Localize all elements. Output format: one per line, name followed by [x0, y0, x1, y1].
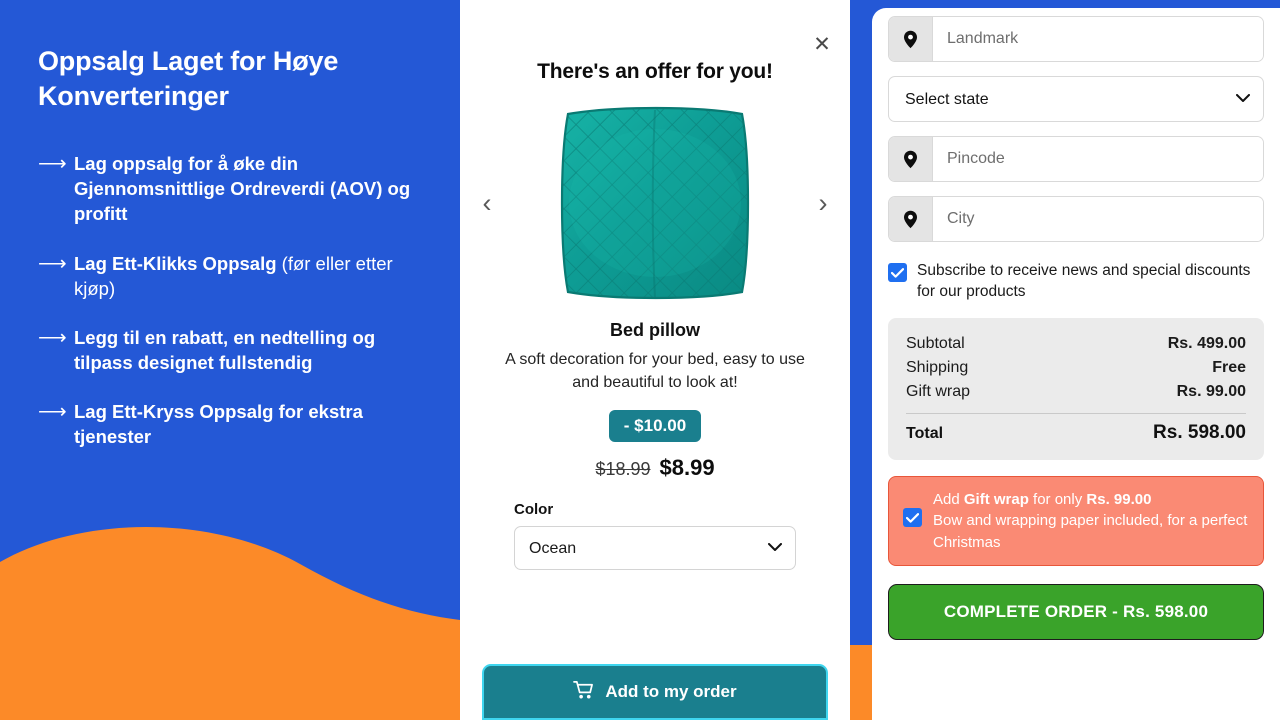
- color-select[interactable]: Ocean: [514, 526, 796, 571]
- promo-item-text: Lag Ett-Klikks Oppsalg (før eller etter …: [74, 251, 422, 301]
- map-pin-icon: [889, 137, 933, 181]
- summary-divider: [906, 413, 1246, 415]
- map-pin-icon: [889, 197, 933, 241]
- summary-label: Gift wrap: [906, 383, 971, 401]
- price-row: $18.99 $8.99: [460, 455, 850, 481]
- order-summary: Subtotal Rs. 499.00 Shipping Free Gift w…: [888, 318, 1264, 461]
- gift-wrap-line2: Bow and wrapping paper included, for a p…: [933, 512, 1248, 551]
- pincode-input[interactable]: [933, 137, 1263, 181]
- list-item: ⟶ Lag oppsalg for å øke din Gjennomsnitt…: [38, 151, 422, 226]
- total-label: Total: [906, 425, 944, 443]
- summary-row: Subtotal Rs. 499.00: [906, 332, 1246, 356]
- list-item: ⟶ Legg til en rabatt, en nedtelling og t…: [38, 325, 422, 375]
- promo-item-text: Legg til en rabatt, en nedtelling og til…: [74, 325, 422, 375]
- color-select-wrapper: Ocean: [514, 526, 796, 571]
- add-to-order-label: Add to my order: [605, 682, 737, 701]
- list-item: ⟶ Lag Ett-Kryss Oppsalg for ekstra tjene…: [38, 399, 422, 449]
- summary-value: Rs. 99.00: [1176, 383, 1246, 401]
- close-icon[interactable]: ✕: [808, 30, 836, 58]
- chevron-right-icon[interactable]: ›: [810, 186, 836, 220]
- arrow-right-icon: ⟶: [38, 252, 67, 275]
- product-description: A soft decoration for your bed, easy to …: [505, 351, 805, 391]
- city-input[interactable]: [933, 197, 1263, 241]
- landmark-field-group: [888, 16, 1264, 62]
- promo-item-bold: Legg til en rabatt, en nedtelling og til…: [74, 326, 376, 374]
- product-image: [552, 100, 758, 306]
- product-image-carousel: ‹ ›: [460, 98, 850, 308]
- promo-benefit-list: ⟶ Lag oppsalg for å øke din Gjennomsnitt…: [38, 151, 422, 449]
- total-value: Rs. 598.00: [1153, 422, 1246, 444]
- promo-item-bold: Lag Ett-Kryss Oppsalg for ekstra tjenest…: [74, 401, 363, 448]
- arrow-right-icon: ⟶: [38, 401, 67, 424]
- state-select[interactable]: Select state: [888, 76, 1264, 122]
- offer-heading: There's an offer for you!: [537, 60, 773, 83]
- landmark-input[interactable]: [933, 17, 1263, 61]
- shopping-cart-icon: [573, 680, 594, 705]
- gw-bold-price: Rs. 99.00: [1086, 491, 1152, 509]
- add-to-order-button[interactable]: Add to my order: [482, 664, 828, 720]
- chevron-left-icon[interactable]: ‹: [474, 186, 500, 220]
- discount-badge-row: - $10.00: [460, 410, 850, 443]
- checkout-panel: Select state Subscribe to receive news a…: [872, 8, 1280, 720]
- discount-badge: - $10.00: [608, 410, 702, 443]
- pincode-field-group: [888, 136, 1264, 182]
- arrow-right-icon: ⟶: [38, 326, 67, 349]
- summary-row: Shipping Free: [906, 356, 1246, 380]
- page-title: Oppsalg Laget for Høye Konverteringer: [38, 46, 339, 111]
- complete-order-button[interactable]: COMPLETE ORDER - Rs. 598.00: [888, 584, 1264, 641]
- summary-total-row: Total Rs. 598.00: [906, 418, 1246, 444]
- state-select-wrapper: Select state: [888, 76, 1264, 122]
- promo-item-text: Lag Ett-Kryss Oppsalg for ekstra tjenest…: [74, 399, 422, 449]
- promo-item-text: Lag oppsalg for å øke din Gjennomsnittli…: [74, 151, 422, 226]
- summary-label: Subtotal: [906, 335, 965, 353]
- summary-label: Shipping: [906, 359, 969, 377]
- summary-value: Rs. 499.00: [1167, 335, 1246, 353]
- list-item: ⟶ Lag Ett-Klikks Oppsalg (før eller ette…: [38, 251, 422, 301]
- city-field-group: [888, 196, 1264, 242]
- summary-value: Free: [1212, 359, 1246, 377]
- promo-content: Oppsalg Laget for Høye Konverteringer ⟶ …: [0, 0, 460, 450]
- gw-mid: for only: [1028, 491, 1087, 509]
- product-title: Bed pillow: [610, 320, 700, 340]
- gift-wrap-line1: Add Gift wrap for only Rs. 99.00: [933, 489, 1249, 510]
- subscribe-checkbox[interactable]: [888, 263, 907, 282]
- bed-pillow-illustration: [560, 106, 750, 300]
- sale-price: $8.99: [659, 455, 715, 481]
- promo-item-bold: Lag oppsalg for å øke din Gjennomsnittli…: [74, 153, 411, 225]
- gw-pre: Add: [933, 491, 964, 509]
- map-pin-icon: [889, 17, 933, 61]
- promo-item-bold: Lag Ett-Klikks Oppsalg: [74, 252, 282, 274]
- gift-wrap-text: Add Gift wrap for only Rs. 99.00 Bow and…: [933, 489, 1249, 553]
- arrow-right-icon: ⟶: [38, 153, 67, 176]
- summary-row: Gift wrap Rs. 99.00: [906, 380, 1246, 404]
- original-price: $18.99: [595, 459, 651, 480]
- gw-bold-label: Gift wrap: [963, 491, 1029, 509]
- gift-wrap-checkbox[interactable]: [903, 508, 922, 528]
- subscribe-row[interactable]: Subscribe to receive news and special di…: [888, 260, 1264, 302]
- offer-modal: ✕ There's an offer for you! ‹ › Bed pill…: [460, 16, 850, 720]
- gift-wrap-offer[interactable]: Add Gift wrap for only Rs. 99.00 Bow and…: [888, 476, 1264, 567]
- color-label: Color: [514, 501, 554, 519]
- subscribe-label: Subscribe to receive news and special di…: [917, 262, 1251, 301]
